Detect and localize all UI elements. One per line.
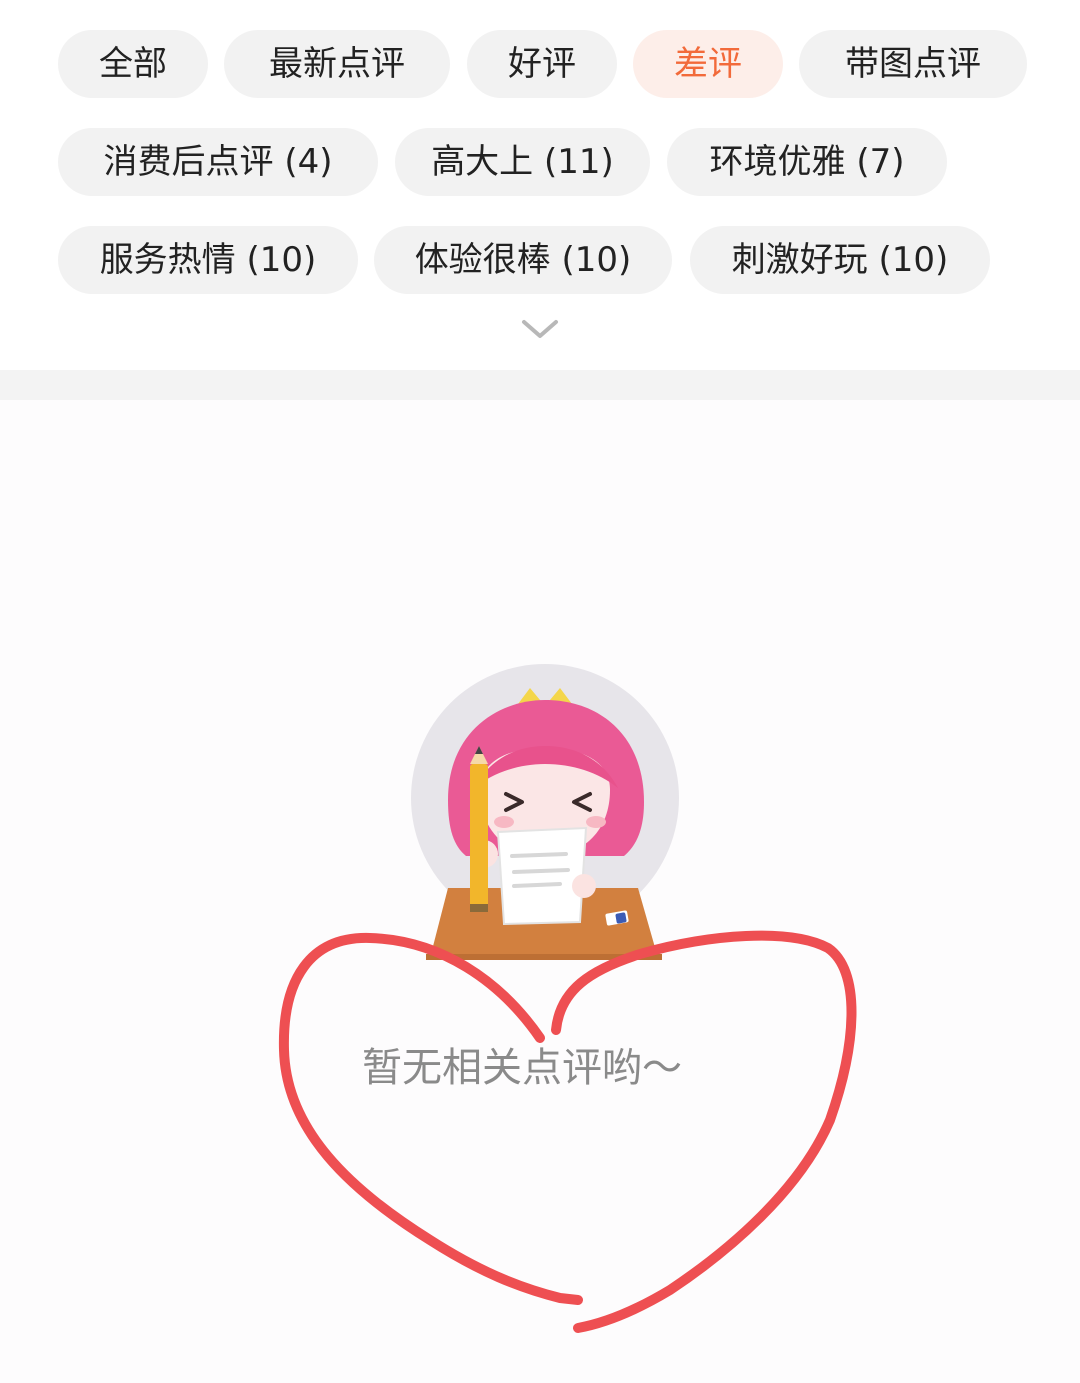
expand-filters-button[interactable]: [516, 314, 564, 348]
section-divider: [0, 370, 1080, 400]
filter-tag-elegant-environment[interactable]: 环境优雅 (7): [667, 128, 947, 196]
filter-tag-after-purchase[interactable]: 消费后点评 (4): [58, 128, 378, 196]
filter-tab-all[interactable]: 全部: [58, 30, 208, 98]
heart-annotation-mark: [278, 930, 857, 1333]
filter-tab-positive[interactable]: 好评: [467, 30, 617, 98]
filter-tab-latest[interactable]: 最新点评: [224, 30, 450, 98]
filter-tag-upscale[interactable]: 高大上 (11): [395, 128, 650, 196]
girl-writing-review-illustration: [411, 664, 679, 960]
filter-tag-great-experience[interactable]: 体验很棒 (10): [374, 226, 672, 294]
filter-tab-negative[interactable]: 差评: [633, 30, 783, 98]
filter-tab-with-photos[interactable]: 带图点评: [799, 30, 1027, 98]
filter-tag-warm-service[interactable]: 服务热情 (10): [58, 226, 358, 294]
review-filter-panel: 全部 最新点评 好评 差评 带图点评 消费后点评 (4) 高大上 (11) 环境…: [0, 0, 1080, 370]
chevron-down-icon: [522, 320, 558, 338]
filter-tag-exciting-fun[interactable]: 刺激好玩 (10): [690, 226, 990, 294]
